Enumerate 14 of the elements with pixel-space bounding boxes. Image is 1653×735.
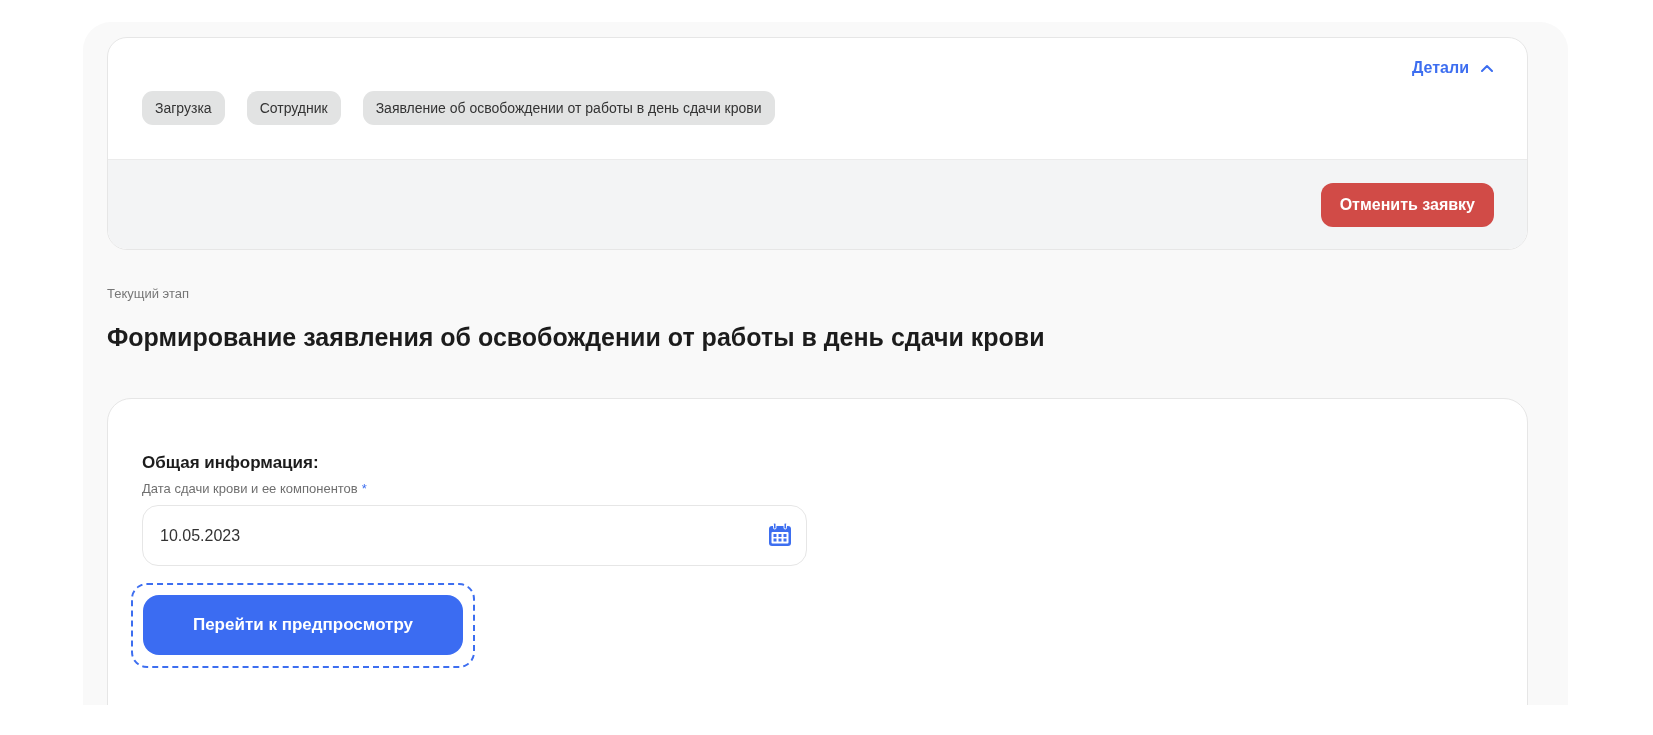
- tag: Сотрудник: [246, 91, 341, 125]
- field-label: Дата сдачи крови и ее компонентов: [142, 481, 358, 496]
- date-field[interactable]: 10.05.2023: [142, 505, 807, 566]
- required-mark: *: [361, 481, 367, 496]
- cancel-request-button[interactable]: Отменить заявку: [1320, 182, 1494, 227]
- calendar-icon[interactable]: [767, 522, 793, 548]
- chevron-icon: [1481, 64, 1493, 72]
- section-title: Общая информация:: [142, 453, 320, 473]
- preview-button[interactable]: Перейти к предпросмотру: [143, 595, 463, 655]
- tag: Заявление об освобождении от работы в день сдачи крови: [362, 91, 775, 125]
- stage-caption: Текущий этап: [107, 286, 191, 301]
- tag: Загрузка: [142, 91, 225, 125]
- stage-title: Формирование заявления об освобождении от работы в день сдачи крови: [107, 323, 1046, 352]
- details-toggle[interactable]: Детали: [1412, 57, 1493, 79]
